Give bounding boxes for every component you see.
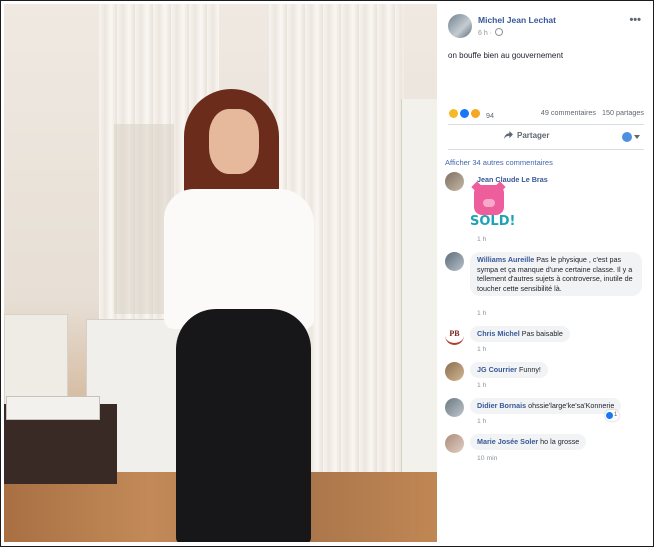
commenter-name[interactable]: Chris Michel — [477, 329, 520, 338]
action-bar: Partager — [448, 129, 644, 147]
comment-item: Marie Josée Soler ho la grosse 10 min — [445, 434, 645, 466]
author-avatar[interactable] — [448, 14, 472, 38]
comment-item: Williams Aureille Pas le physique , c'es… — [445, 252, 645, 322]
post-panel: Michel Jean Lechat 6 h · ••• on bouffe b… — [438, 4, 651, 542]
commenter-name[interactable]: JG Courrier — [477, 365, 517, 374]
comment-time[interactable]: 1 h — [477, 236, 486, 243]
comment-bubble: Marie Josée Soler ho la grosse — [470, 434, 587, 450]
comment-count[interactable]: 49 commentaires — [541, 108, 596, 117]
comment-item: PB Chris Michel Pas baisable 1 h — [445, 326, 645, 356]
comment-like-badge[interactable]: 1 — [605, 410, 619, 421]
haha-reaction-icon — [448, 108, 459, 119]
screenshot-frame: Michel Jean Lechat 6 h · ••• on bouffe b… — [0, 0, 654, 547]
commenter-avatar[interactable] — [445, 434, 464, 453]
commenter-name[interactable]: Jean Claude Le Bras — [477, 175, 548, 184]
comment-item: Jean Claude Le Bras SOLD! 1 h — [445, 172, 645, 247]
view-more-comments-link[interactable]: Afficher 34 autres commentaires — [445, 158, 553, 167]
reactions-summary[interactable]: 94 — [448, 108, 494, 120]
person-pants — [176, 309, 311, 542]
share-count[interactable]: 150 partages — [602, 108, 644, 117]
like-reaction-icon — [459, 108, 470, 119]
more-options-icon[interactable]: ••• — [629, 14, 641, 26]
divider — [448, 124, 644, 125]
post-text: on bouffe bien au gouvernement — [448, 51, 564, 60]
comment-time[interactable]: 1 h — [477, 346, 486, 353]
share-icon — [504, 131, 513, 139]
commenter-avatar[interactable] — [445, 362, 464, 381]
divider — [448, 149, 644, 150]
comment-text: ohssie'large'ke'sa'Konnerie — [528, 401, 615, 410]
person-face — [209, 109, 259, 174]
audience-globe-icon — [622, 132, 632, 142]
comment-bubble: Didier Bornais ohssie'large'ke'sa'Konner… — [470, 398, 622, 414]
comment-text: Funny! — [518, 365, 541, 374]
commenter-avatar[interactable] — [445, 252, 464, 271]
comment-time[interactable]: 1 h — [477, 310, 486, 317]
commenter-avatar[interactable]: PB — [445, 326, 464, 345]
commenter-name[interactable]: Didier Bornais — [477, 401, 526, 410]
comment-like-count: 1 — [614, 412, 618, 418]
commenter-avatar[interactable] — [445, 398, 464, 417]
person-blouse — [164, 189, 314, 329]
sticker-text: SOLD! — [470, 214, 516, 229]
author-name[interactable]: Michel Jean Lechat — [478, 15, 556, 25]
wow-reaction-icon — [470, 108, 481, 119]
comment-item: JG Courrier Funny! 1 h — [445, 362, 645, 392]
post-timestamp[interactable]: 6 h · — [478, 28, 503, 37]
comment-bubble: JG Courrier Funny! — [470, 362, 548, 378]
commenter-name[interactable]: Marie Josée Soler — [477, 437, 538, 446]
like-icon — [606, 412, 613, 419]
share-label: Partager — [517, 131, 550, 140]
commenter-name[interactable]: Williams Aureille — [477, 255, 534, 264]
pig-sticker: SOLD! — [470, 181, 516, 233]
comment-bubble: Chris Michel Pas baisable — [470, 326, 570, 342]
comment-time[interactable]: 10 min — [477, 455, 497, 462]
commenter-avatar[interactable] — [445, 172, 464, 191]
reaction-count: 94 — [486, 111, 494, 120]
post-time[interactable]: 6 h — [478, 30, 488, 37]
comment-item: Didier Bornais ohssie'large'ke'sa'Konner… — [445, 398, 650, 428]
engagement-bar: 94 49 commentaires 150 partages — [448, 108, 644, 120]
chevron-down-icon — [634, 135, 640, 139]
comment-share-stats: 49 commentaires 150 partages — [541, 108, 644, 117]
pig-snout — [483, 199, 495, 207]
post-photo[interactable] — [4, 4, 437, 542]
comment-time[interactable]: 1 h — [477, 382, 486, 389]
desk-papers — [6, 396, 100, 420]
globe-icon — [494, 28, 503, 36]
comment-text: Pas baisable — [521, 329, 563, 338]
audience-selector[interactable] — [622, 132, 642, 142]
door — [401, 99, 437, 519]
post-header: Michel Jean Lechat 6 h · ••• — [448, 14, 643, 44]
comment-bubble: Williams Aureille Pas le physique , c'es… — [470, 252, 642, 297]
comment-time[interactable]: 1 h — [477, 418, 486, 425]
comment-text: ho la grosse — [540, 437, 580, 446]
share-button[interactable]: Partager — [504, 131, 549, 140]
